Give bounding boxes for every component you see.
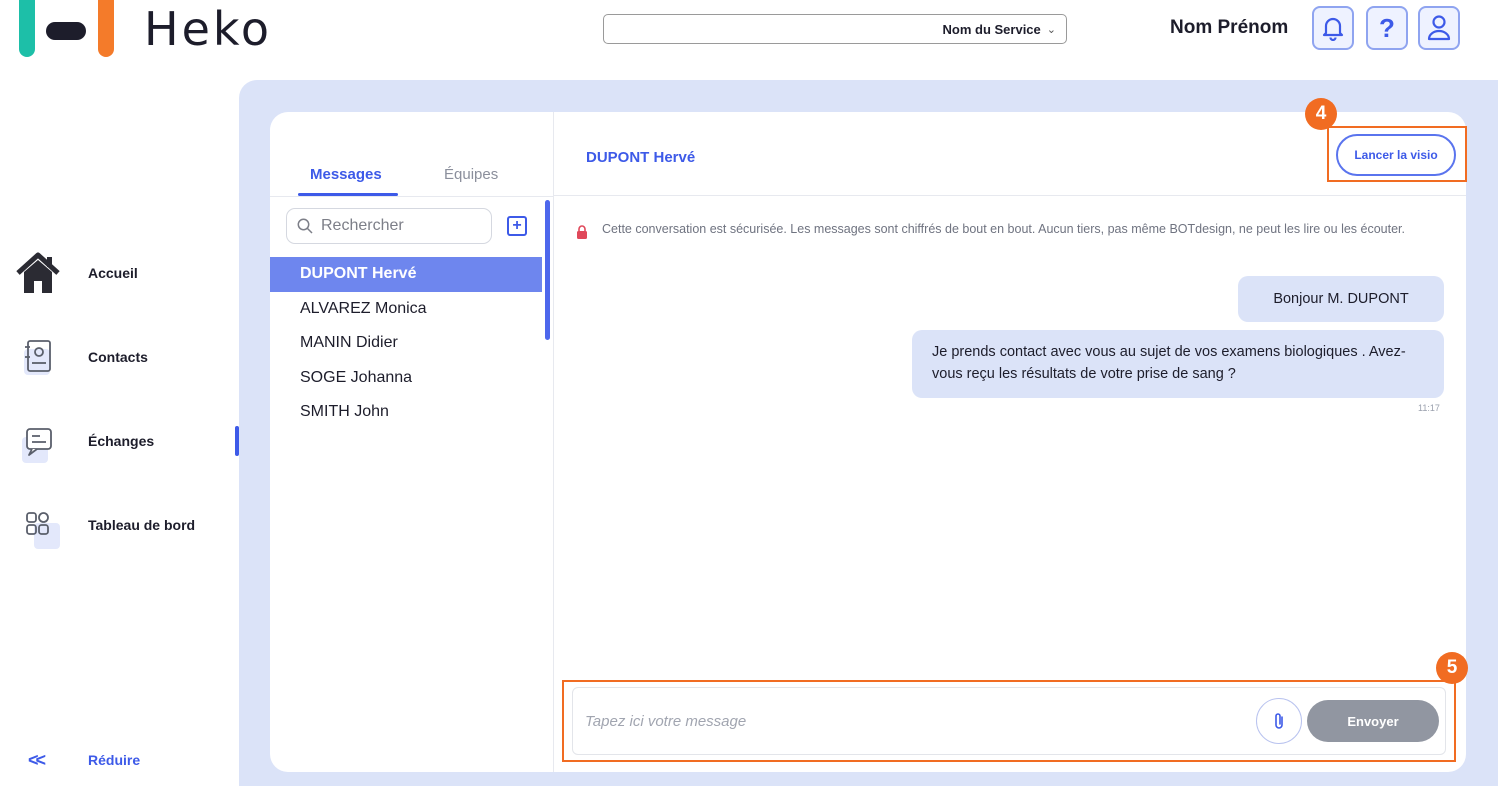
- security-notice: Cette conversation est sécurisée. Les me…: [576, 219, 1436, 239]
- search-field[interactable]: [286, 208, 492, 244]
- home-icon: [14, 249, 62, 297]
- service-select-value: Nom du Service: [942, 21, 1041, 37]
- annotation-badge-4: 4: [1305, 98, 1337, 130]
- security-notice-text: Cette conversation est sécurisée. Les me…: [602, 222, 1405, 236]
- list-item[interactable]: SMITH John: [270, 395, 542, 430]
- sidebar-item-label: Contacts: [88, 349, 148, 365]
- chat-icon: [14, 417, 62, 465]
- list-scrollbar[interactable]: [545, 200, 550, 340]
- search-icon: [297, 218, 313, 234]
- service-select[interactable]: Nom du Service ⌄: [603, 14, 1067, 44]
- logo-wordmark: Heko: [144, 2, 273, 56]
- annotation-highlight-5: [562, 680, 1456, 762]
- search-input[interactable]: [321, 217, 481, 235]
- dashboard-icon: [14, 501, 62, 549]
- sidebar-item-tableau-de-bord[interactable]: Tableau de bord: [0, 495, 235, 555]
- list-item[interactable]: MANIN Didier: [270, 326, 542, 361]
- contact-card-icon: [14, 333, 62, 381]
- user-name: Nom Prénom: [1170, 17, 1289, 38]
- help-icon: ?: [1379, 12, 1395, 43]
- chevron-down-icon: ⌄: [1046, 23, 1056, 36]
- logo-pill: [46, 22, 86, 40]
- conversation-title: DUPONT Hervé: [586, 149, 696, 166]
- tab-equipes[interactable]: Équipes: [444, 166, 498, 183]
- list-tabs: Messages Équipes: [270, 162, 554, 196]
- sidebar-item-label: Tableau de bord: [88, 517, 196, 533]
- sidebar-item-label: Échanges: [88, 433, 155, 449]
- messaging-card: Messages Équipes + DUPONT Hervé ALVAREZ …: [270, 112, 1466, 772]
- message-bubble: Bonjour M. DUPONT: [1238, 276, 1444, 322]
- bell-icon: [1322, 17, 1344, 41]
- sidebar-item-echanges[interactable]: Échanges: [0, 411, 235, 471]
- collapse-sidebar-button[interactable]: << Réduire: [28, 750, 140, 771]
- plus-icon: +: [512, 217, 522, 234]
- divider: [270, 196, 554, 197]
- help-button[interactable]: ?: [1366, 6, 1408, 50]
- message-bubble: Je prends contact avec vous au sujet de …: [912, 330, 1444, 398]
- sidebar-item-contacts[interactable]: Contacts: [0, 327, 235, 387]
- annotation-highlight-4: [1327, 126, 1467, 182]
- lock-icon: [577, 225, 587, 239]
- contact-list: DUPONT Hervé ALVAREZ Monica MANIN Didier…: [270, 257, 542, 430]
- logo-orange-bar: [98, 0, 114, 57]
- heko-logo[interactable]: Heko: [16, 0, 306, 58]
- list-item[interactable]: ALVAREZ Monica: [270, 292, 542, 327]
- new-conversation-button[interactable]: +: [507, 216, 527, 236]
- logo-teal-bar: [19, 0, 35, 57]
- list-item[interactable]: DUPONT Hervé: [270, 257, 542, 292]
- profile-button[interactable]: [1418, 6, 1460, 50]
- double-chevron-left-icon: <<: [28, 750, 46, 770]
- notifications-button[interactable]: [1312, 6, 1354, 50]
- sidebar-item-accueil[interactable]: Accueil: [0, 243, 235, 303]
- collapse-sidebar-label: Réduire: [88, 752, 141, 768]
- message-timestamp: 11:17: [1418, 403, 1440, 413]
- conversation-list-panel: Messages Équipes + DUPONT Hervé ALVAREZ …: [270, 112, 554, 772]
- list-item[interactable]: SOGE Johanna: [270, 361, 542, 396]
- sidebar-item-label: Accueil: [88, 265, 138, 281]
- annotation-badge-5: 5: [1436, 652, 1468, 684]
- user-icon: [1427, 15, 1451, 41]
- tab-messages[interactable]: Messages: [310, 166, 382, 183]
